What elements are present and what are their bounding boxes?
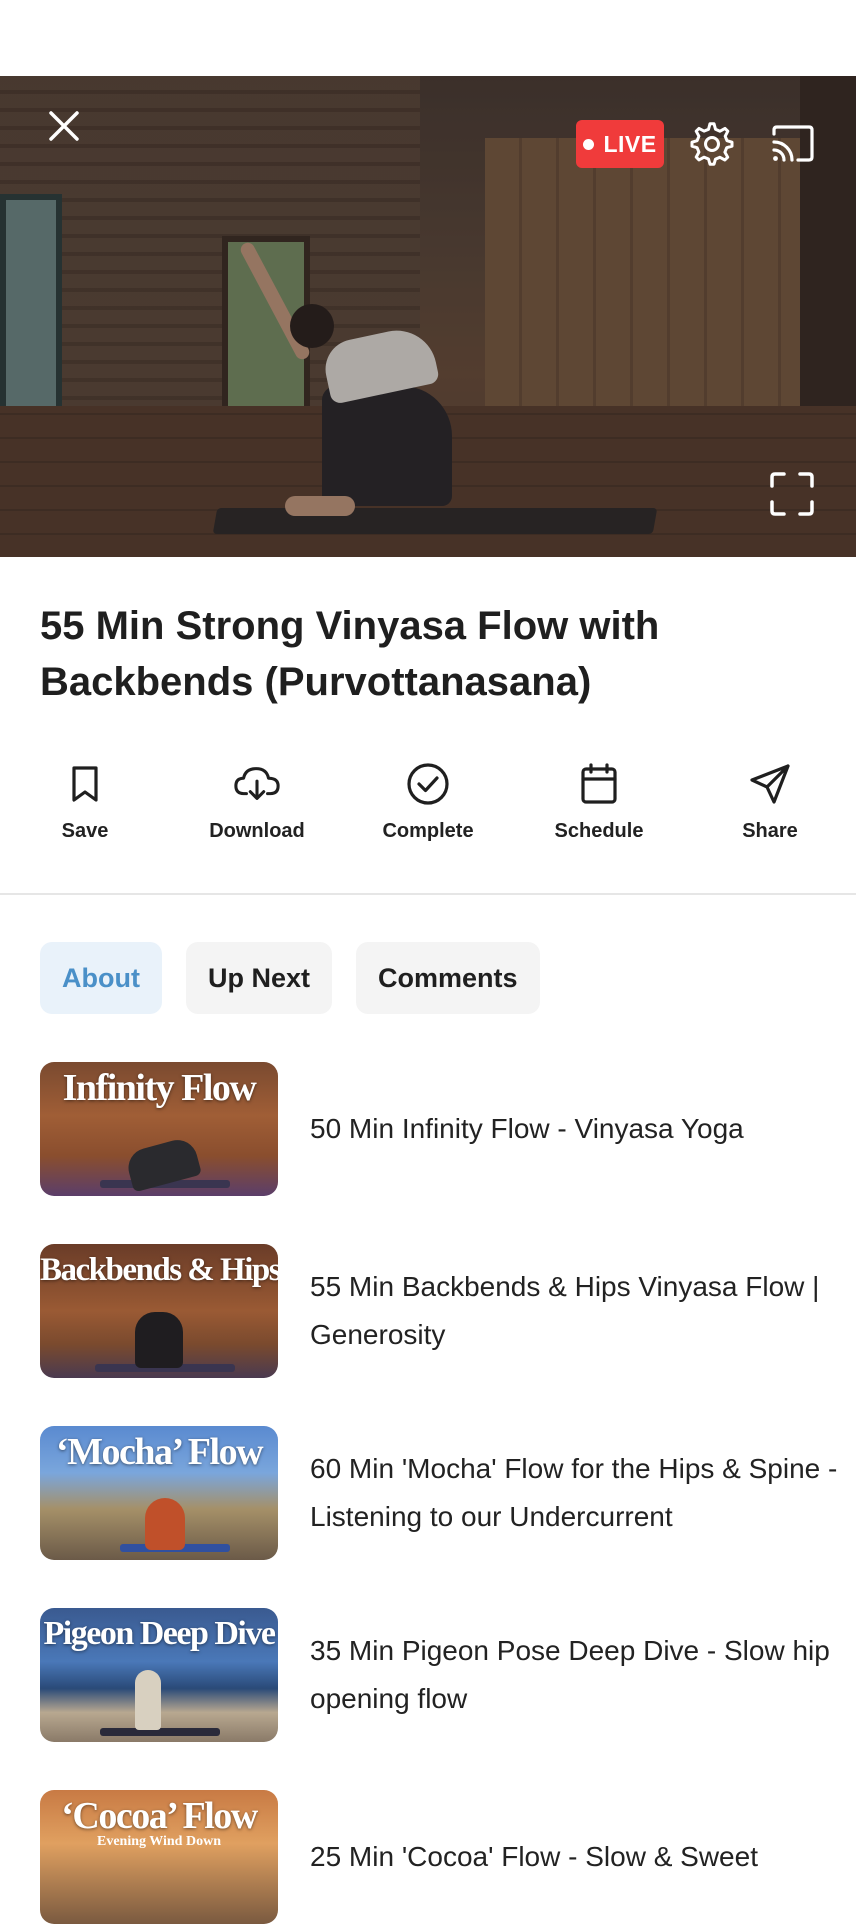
- thumbnail-mat: [100, 1728, 220, 1736]
- list-item[interactable]: Backbends & Hips 55 Min Backbends & Hips…: [40, 1244, 819, 1378]
- close-icon: [49, 111, 79, 141]
- thumbnail-figure: [145, 1498, 185, 1550]
- share-label: Share: [742, 820, 798, 842]
- download-button[interactable]: Download: [182, 760, 332, 843]
- cloud-download-icon: [234, 767, 280, 800]
- complete-label: Complete: [382, 820, 474, 842]
- tab-comments[interactable]: Comments: [355, 942, 540, 1014]
- schedule-button[interactable]: Schedule: [524, 760, 674, 843]
- live-label: LIVE: [603, 130, 657, 157]
- settings-icon: [690, 122, 734, 166]
- save-button[interactable]: Save: [10, 760, 160, 843]
- video-thumbnail: ‘Mocha’ Flow: [40, 1426, 278, 1560]
- complete-button[interactable]: Complete: [353, 760, 503, 843]
- list-item-title: 60 Min 'Mocha' Flow for the Hips & Spine…: [310, 1453, 838, 1532]
- tab-about[interactable]: About: [40, 942, 162, 1014]
- save-label: Save: [61, 820, 109, 842]
- share-button[interactable]: Share: [695, 760, 845, 843]
- list-item[interactable]: Infinity Flow 50 Min Infinity Flow - Vin…: [40, 1062, 816, 1196]
- close-button[interactable]: [40, 102, 88, 150]
- list-item-title: 35 Min Pigeon Pose Deep Dive - Slow hip …: [310, 1635, 830, 1714]
- download-label: Download: [209, 820, 305, 842]
- thumbnail-title: Infinity Flow: [62, 1067, 257, 1109]
- thumbnail-title: Pigeon Deep Dive: [43, 1615, 276, 1652]
- schedule-label: Schedule: [554, 820, 644, 842]
- thumbnail-title: ‘Mocha’ Flow: [55, 1431, 264, 1473]
- video-title: 55 Min Strong Vinyasa Flow with Backbend…: [40, 604, 660, 704]
- tab-bar: About Up Next Comments: [40, 942, 540, 1014]
- cast-icon: [772, 125, 814, 162]
- list-item[interactable]: ‘Mocha’ Flow 60 Min 'Mocha' Flow for the…: [40, 1426, 837, 1560]
- list-item-title: 25 Min 'Cocoa' Flow - Slow & Sweet: [310, 1841, 758, 1872]
- thumbnail-figure: [135, 1312, 183, 1368]
- live-dot-icon: [583, 138, 595, 150]
- list-item[interactable]: Pigeon Deep Dive 35 Min Pigeon Pose Deep…: [40, 1608, 830, 1742]
- status-bar: [0, 0, 856, 76]
- video-thumbnail: Backbends & Hips: [40, 1244, 278, 1378]
- video-thumbnail: Infinity Flow: [40, 1062, 278, 1196]
- send-icon: [750, 764, 790, 804]
- list-item-title: 50 Min Infinity Flow - Vinyasa Yoga: [310, 1113, 744, 1144]
- fullscreen-button[interactable]: [764, 466, 820, 522]
- video-thumbnail: ‘Cocoa’ Flow Evening Wind Down: [40, 1790, 278, 1924]
- cast-button[interactable]: [766, 118, 820, 170]
- fullscreen-icon: [770, 472, 814, 516]
- thumbnail-title: ‘Cocoa’ Flow: [61, 1795, 258, 1837]
- list-item[interactable]: ‘Cocoa’ Flow Evening Wind Down 25 Min 'C…: [40, 1790, 816, 1924]
- video-thumbnail: Pigeon Deep Dive: [40, 1608, 278, 1742]
- calendar-icon: [581, 763, 617, 804]
- bookmark-icon: [72, 766, 98, 802]
- tab-up-next[interactable]: Up Next: [185, 942, 332, 1014]
- live-badge: LIVE: [576, 120, 664, 168]
- thumbnail-subtitle: Evening Wind Down: [97, 1834, 221, 1849]
- list-item-title: 55 Min Backbends & Hips Vinyasa Flow | G…: [310, 1271, 820, 1350]
- check-circle-icon: [407, 763, 449, 805]
- thumbnail-title: Backbends & Hips: [40, 1252, 278, 1288]
- settings-button[interactable]: [686, 118, 738, 170]
- divider: [0, 893, 856, 895]
- action-bar: Save Download Complete Schedule Share: [0, 760, 856, 870]
- thumbnail-figure: [135, 1670, 161, 1730]
